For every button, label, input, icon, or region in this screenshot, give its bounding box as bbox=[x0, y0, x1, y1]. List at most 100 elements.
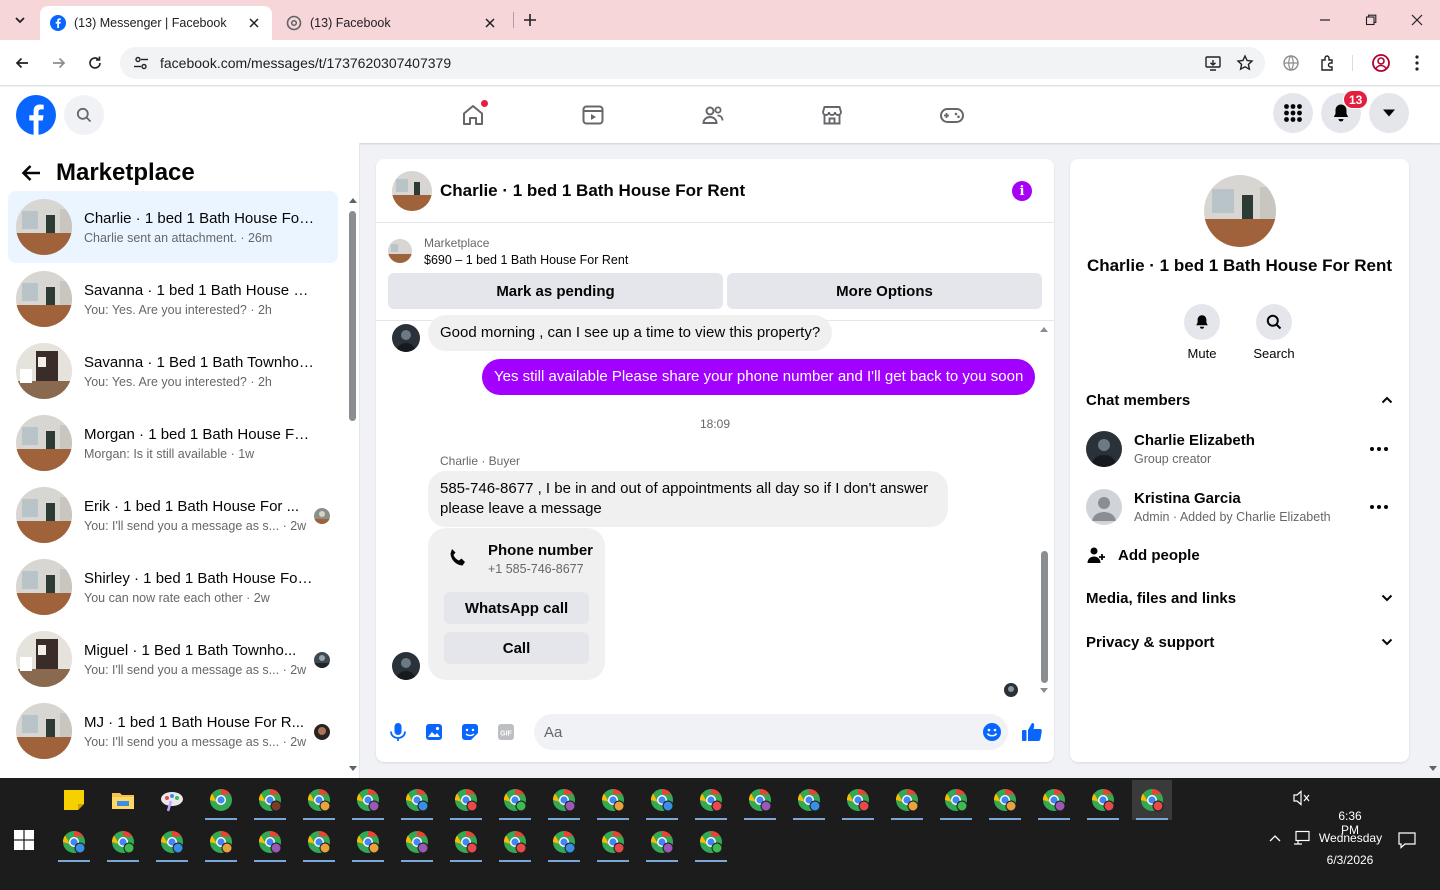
chrome-profile-window-icon[interactable] bbox=[299, 822, 339, 862]
new-tab-button[interactable] bbox=[520, 10, 540, 30]
chrome-profile-window-icon[interactable] bbox=[1083, 780, 1123, 820]
mark-as-pending-button[interactable]: Mark as pending bbox=[388, 273, 723, 309]
chrome-profile-window-icon[interactable] bbox=[397, 780, 437, 820]
member-item[interactable]: Charlie Elizabeth Group creator bbox=[1086, 425, 1393, 473]
chrome-profile-window-icon[interactable] bbox=[838, 780, 878, 820]
conversation-item[interactable]: Shirley · 1 bed 1 Bath House For ... You… bbox=[8, 551, 338, 623]
more-options-button[interactable]: More Options bbox=[727, 273, 1042, 309]
scroll-thumb[interactable] bbox=[349, 211, 356, 421]
message-scrollbar[interactable] bbox=[1038, 325, 1050, 699]
clock-date[interactable]: 6/3/2026 bbox=[1320, 853, 1380, 867]
extensions-icon[interactable] bbox=[1316, 51, 1340, 75]
facebook-search-button[interactable] bbox=[64, 95, 104, 135]
notification-center-icon[interactable] bbox=[1397, 831, 1417, 849]
maximize-button[interactable] bbox=[1359, 8, 1383, 32]
chrome-profile-window-icon[interactable] bbox=[691, 780, 731, 820]
marketplace-listing[interactable]: Marketplace $690 – 1 bed 1 Bath House Fo… bbox=[388, 233, 628, 269]
chrome-profile-window-icon[interactable] bbox=[495, 780, 535, 820]
chrome-profile-window-icon[interactable] bbox=[201, 822, 241, 862]
chrome-profile-window-icon[interactable] bbox=[1132, 780, 1172, 820]
nav-home[interactable] bbox=[459, 99, 489, 129]
chrome-profile-window-icon[interactable] bbox=[789, 780, 829, 820]
reload-button[interactable] bbox=[83, 51, 107, 75]
gif-icon[interactable]: GIF bbox=[494, 720, 518, 744]
menu-button[interactable] bbox=[1273, 93, 1313, 133]
close-window-button[interactable] bbox=[1405, 8, 1429, 32]
nav-friends[interactable] bbox=[699, 101, 727, 129]
chrome-profile-window-icon[interactable] bbox=[544, 822, 584, 862]
site-info-icon[interactable] bbox=[132, 54, 154, 72]
tab-search-button[interactable] bbox=[8, 8, 32, 32]
voice-clip-icon[interactable] bbox=[386, 720, 410, 744]
conversation-item[interactable]: Morgan · 1 bed 1 Bath House For... Morga… bbox=[8, 407, 338, 479]
chrome-profile-window-icon[interactable] bbox=[54, 822, 94, 862]
member-item[interactable]: Kristina Garcia Admin · Added by Charlie… bbox=[1086, 483, 1393, 531]
tab-messenger[interactable]: (13) Messenger | Facebook bbox=[40, 6, 272, 40]
chrome-profile-window-icon[interactable] bbox=[740, 780, 780, 820]
add-people-button[interactable]: Add people bbox=[1086, 539, 1200, 571]
chrome-profile-window-icon[interactable] bbox=[495, 822, 535, 862]
conversation-item[interactable]: Miguel · 1 Bed 1 Bath Townho... You: I'l… bbox=[8, 623, 338, 695]
chrome-profile-window-icon[interactable] bbox=[544, 780, 584, 820]
conversation-item[interactable]: Erik · 1 bed 1 Bath House For ... You: I… bbox=[8, 479, 338, 551]
chrome-profile-window-icon[interactable] bbox=[348, 780, 388, 820]
back-arrow-icon[interactable] bbox=[16, 158, 46, 188]
sender-avatar[interactable] bbox=[392, 324, 420, 352]
chrome-profile-window-icon[interactable] bbox=[936, 780, 976, 820]
paint-app-icon[interactable] bbox=[152, 780, 192, 820]
network-icon[interactable] bbox=[1293, 830, 1311, 846]
forward-button[interactable] bbox=[47, 51, 71, 75]
chrome-profile-window-icon[interactable] bbox=[299, 780, 339, 820]
chrome-profile-window-icon[interactable] bbox=[397, 822, 437, 862]
profile-icon[interactable] bbox=[1369, 51, 1393, 75]
chrome-profile-window-icon[interactable] bbox=[152, 822, 192, 862]
tab-facebook[interactable]: (13) Facebook bbox=[276, 6, 508, 40]
chrome-profile-window-icon[interactable] bbox=[985, 780, 1025, 820]
member-options-icon[interactable] bbox=[1365, 493, 1393, 521]
facebook-logo-icon[interactable] bbox=[16, 95, 56, 135]
chat-title[interactable]: Charlie · 1 bed 1 Bath House For Rent bbox=[440, 181, 745, 201]
account-button[interactable] bbox=[1369, 93, 1409, 133]
chrome-profile-window-icon[interactable] bbox=[348, 822, 388, 862]
chrome-profile-window-icon[interactable] bbox=[691, 822, 731, 862]
whatsapp-call-button[interactable]: WhatsApp call bbox=[444, 592, 589, 624]
conversation-item[interactable]: Charlie · 1 bed 1 Bath House For ... Cha… bbox=[8, 191, 338, 263]
show-hidden-icons-chevron-icon[interactable] bbox=[1268, 833, 1282, 843]
back-button[interactable] bbox=[10, 51, 34, 75]
emoji-icon[interactable] bbox=[980, 720, 1004, 744]
message-input[interactable] bbox=[534, 714, 1008, 750]
address-bar[interactable]: facebook.com/messages/t/1737620307407379 bbox=[120, 47, 1265, 79]
clock-day[interactable]: Wednesday bbox=[1313, 831, 1388, 845]
sender-avatar[interactable] bbox=[392, 652, 420, 680]
chrome-profile-window-icon[interactable] bbox=[642, 822, 682, 862]
member-options-icon[interactable] bbox=[1365, 435, 1393, 463]
translate-icon[interactable] bbox=[1279, 51, 1303, 75]
notifications-button[interactable]: 13 bbox=[1321, 90, 1369, 133]
chrome-profile-window-icon[interactable] bbox=[250, 780, 290, 820]
chrome-profile-window-icon[interactable] bbox=[1034, 780, 1074, 820]
file-explorer-icon[interactable] bbox=[103, 780, 143, 820]
chrome-profile-window-icon[interactable] bbox=[250, 822, 290, 862]
like-thumbs-up-icon[interactable] bbox=[1020, 720, 1044, 744]
sticky-notes-icon[interactable] bbox=[54, 780, 94, 820]
call-button[interactable]: Call bbox=[444, 632, 589, 664]
sidebar-scrollbar[interactable] bbox=[347, 195, 357, 775]
scroll-thumb[interactable] bbox=[1041, 551, 1048, 683]
conversation-info-icon[interactable]: i bbox=[1012, 181, 1032, 201]
search-action[interactable]: Search bbox=[1244, 304, 1304, 361]
nav-video[interactable] bbox=[579, 101, 607, 129]
bookmark-star-icon[interactable] bbox=[1233, 51, 1257, 75]
chrome-profile-window-icon[interactable] bbox=[887, 780, 927, 820]
chrome-icon[interactable] bbox=[201, 780, 241, 820]
chrome-profile-window-icon[interactable] bbox=[446, 780, 486, 820]
incoming-message[interactable]: 585-746-8677 , I be in and out of appoin… bbox=[428, 471, 948, 527]
page-scrollbar[interactable] bbox=[1427, 143, 1440, 778]
nav-gaming[interactable] bbox=[938, 101, 966, 129]
chrome-profile-window-icon[interactable] bbox=[103, 822, 143, 862]
nav-marketplace[interactable] bbox=[818, 101, 846, 129]
chrome-profile-window-icon[interactable] bbox=[593, 780, 633, 820]
mute-action[interactable]: Mute bbox=[1172, 304, 1232, 361]
media-files-links-section[interactable]: Media, files and links bbox=[1086, 582, 1393, 614]
tab-close-icon[interactable] bbox=[482, 15, 498, 31]
tab-close-icon[interactable] bbox=[246, 15, 262, 31]
